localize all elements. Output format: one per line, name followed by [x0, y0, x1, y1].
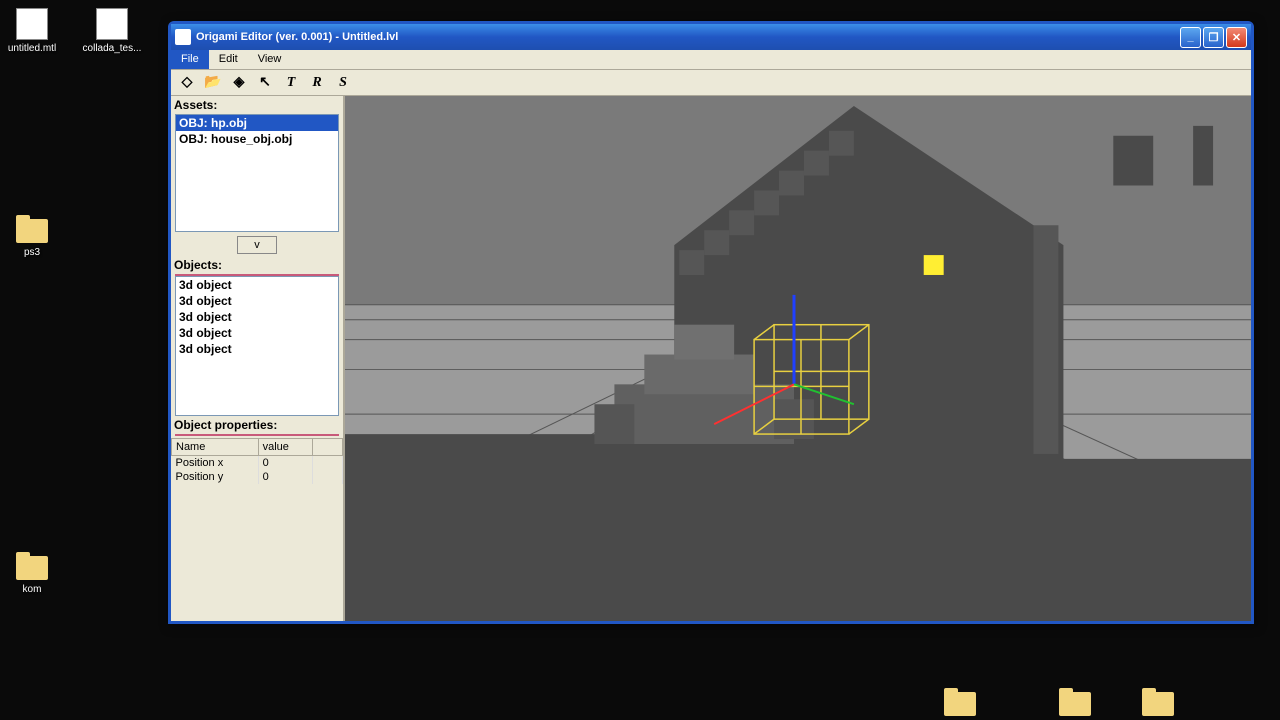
asset-item[interactable]: OBJ: house_obj.obj	[176, 131, 338, 147]
icon-label: untitled.mtl	[2, 43, 62, 54]
maximize-button[interactable]: ❐	[1203, 27, 1224, 48]
object-item[interactable]: 3d object	[176, 325, 338, 341]
window-title: Origami Editor (ver. 0.001) - Untitled.l…	[196, 31, 1180, 43]
menu-file[interactable]: File	[171, 50, 209, 69]
select-icon[interactable]: ↖	[255, 73, 275, 93]
open-icon[interactable]: 📂	[203, 73, 223, 93]
folder-icon	[1059, 692, 1091, 716]
translate-icon[interactable]: T	[281, 73, 301, 93]
col-value: value	[258, 439, 312, 456]
desktop-icon[interactable]: kom	[2, 552, 62, 595]
rotate-icon[interactable]: R	[307, 73, 327, 93]
icon-label: kom	[2, 584, 62, 595]
asset-item[interactable]: OBJ: hp.obj	[176, 115, 338, 131]
properties-label: Object properties:	[171, 416, 343, 434]
object-item[interactable]: 3d object	[176, 341, 338, 357]
objects-label: Objects:	[171, 256, 343, 274]
minimize-button[interactable]: _	[1180, 27, 1201, 48]
app-icon	[175, 29, 191, 45]
folder-icon	[16, 219, 48, 243]
desktop-icon[interactable]: ps3	[2, 215, 62, 258]
menu-view[interactable]: View	[248, 50, 292, 69]
object-item[interactable]: 3d object	[176, 309, 338, 325]
assets-list[interactable]: OBJ: hp.objOBJ: house_obj.obj	[175, 114, 339, 232]
objects-list[interactable]: 3d object3d object3d object3d object3d o…	[175, 276, 339, 416]
desktop-icon[interactable]: untitled.mtl	[2, 8, 62, 54]
folder-icon	[16, 556, 48, 580]
save-icon[interactable]: ◈	[229, 73, 249, 93]
file-icon	[16, 8, 48, 40]
prop-value[interactable]: 0	[258, 470, 312, 484]
menubar: FileEditView	[171, 50, 1251, 70]
close-button[interactable]: ✕	[1226, 27, 1247, 48]
prop-name: Position y	[172, 470, 259, 484]
icon-label: collada_tes...	[82, 43, 142, 54]
menu-edit[interactable]: Edit	[209, 50, 248, 69]
new-icon[interactable]: ◇	[177, 73, 197, 93]
folder-icon	[1142, 692, 1174, 716]
prop-name: Position x	[172, 456, 259, 471]
viewport-3d[interactable]	[343, 96, 1251, 621]
file-icon	[96, 8, 128, 40]
titlebar[interactable]: Origami Editor (ver. 0.001) - Untitled.l…	[171, 24, 1251, 50]
taskbar-folder[interactable]	[930, 688, 990, 720]
add-to-scene-button[interactable]: v	[237, 236, 277, 254]
object-item[interactable]: 3d object	[176, 293, 338, 309]
property-row[interactable]: Position y0	[172, 470, 343, 484]
prop-value[interactable]: 0	[258, 456, 312, 471]
properties-table: Name value Position x0Position y0	[171, 438, 343, 484]
icon-label: ps3	[2, 247, 62, 258]
property-row[interactable]: Position x0	[172, 456, 343, 471]
taskbar-folder[interactable]	[1045, 688, 1105, 720]
sidebar: Assets: OBJ: hp.objOBJ: house_obj.obj v …	[171, 96, 343, 621]
object-item[interactable]: 3d object	[176, 277, 338, 293]
desktop-icon[interactable]: collada_tes...	[82, 8, 142, 54]
folder-icon	[944, 692, 976, 716]
toolbar: ◇ 📂 ◈ ↖ TRS	[171, 70, 1251, 96]
divider	[175, 434, 339, 436]
taskbar-folder[interactable]	[1128, 688, 1188, 720]
col-name: Name	[172, 439, 259, 456]
app-window: Origami Editor (ver. 0.001) - Untitled.l…	[168, 21, 1254, 624]
scale-icon[interactable]: S	[333, 73, 353, 93]
assets-label: Assets:	[171, 96, 343, 114]
